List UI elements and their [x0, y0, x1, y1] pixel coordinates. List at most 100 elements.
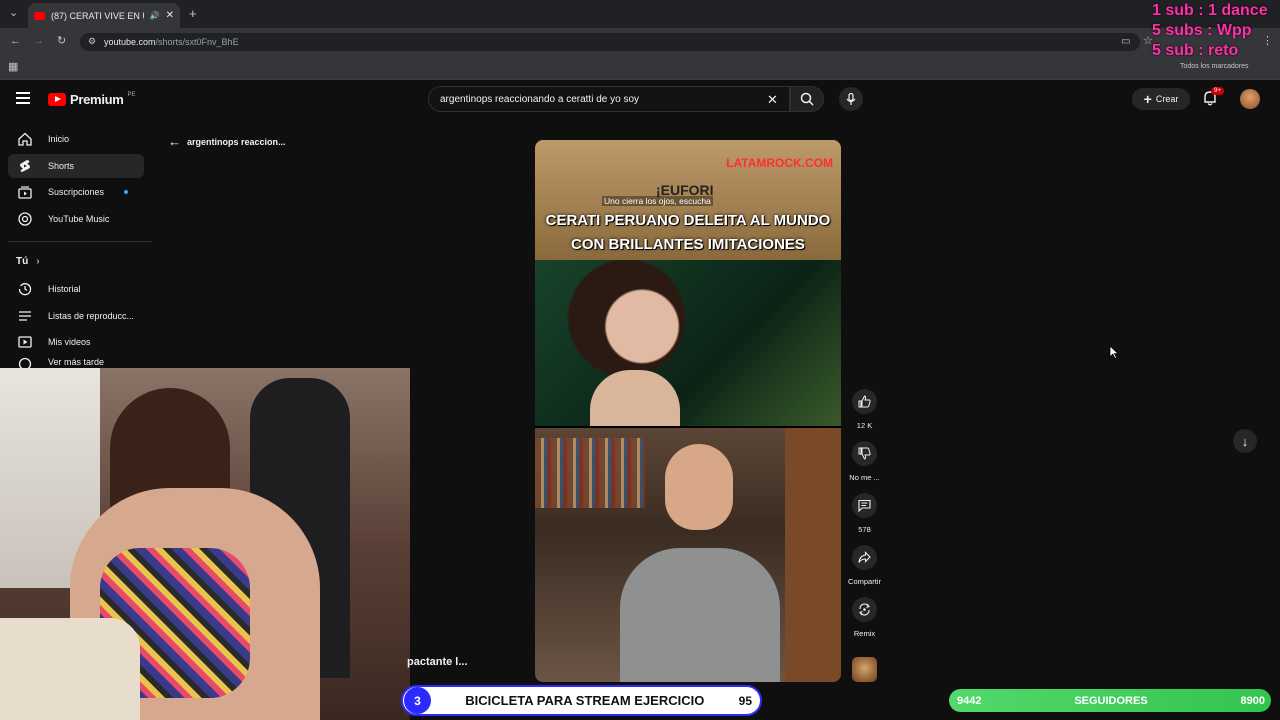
subs-line-1: 1 sub : 1 dance: [1152, 2, 1268, 19]
sidebar-item-label: Listas de reproducc...: [48, 311, 135, 321]
logo-country-badge: PE: [127, 91, 136, 98]
new-tab-icon[interactable]: +: [189, 7, 197, 20]
youtube-premium-logo[interactable]: Premium PE: [48, 92, 136, 107]
remix-icon: [859, 603, 870, 616]
sidebar-item-label: Inicio: [48, 134, 70, 144]
create-label: Crear: [1155, 94, 1179, 104]
home-icon: [18, 132, 32, 146]
followers-current: 9442: [957, 694, 982, 707]
thumbs-up-icon: [858, 395, 871, 408]
goal-label: BICICLETA PARA STREAM EJERCICIO: [465, 693, 705, 708]
subscriptions-icon: [18, 186, 32, 199]
sidebar-item-label: Shorts: [48, 161, 75, 171]
next-short-button[interactable]: ↓: [1233, 429, 1257, 453]
sidebar-item-label: YouTube Music: [48, 214, 110, 224]
sidebar-item-playlists[interactable]: Listas de reproducc...: [8, 304, 144, 328]
dislike-label: No me ...: [849, 473, 880, 482]
youtube-logo-icon: [48, 93, 66, 106]
history-icon: [18, 283, 32, 296]
tab-search-chevron-icon[interactable]: ⌄: [9, 8, 18, 19]
reload-icon[interactable]: ↻: [57, 36, 66, 47]
sidebar-item-youtube-music[interactable]: YouTube Music: [8, 207, 144, 231]
bookmarks-all-label[interactable]: Todos los marcadores: [1180, 63, 1248, 70]
search-icon: [800, 92, 814, 106]
arrow-left-icon: ←: [168, 134, 181, 149]
subs-overlay: 1 sub : 1 dance 5 subs : Wpp 5 sub : ret…: [1152, 2, 1268, 60]
browser-tab[interactable]: (87) CERATI VIVE EN UN PE 🔊 ✕: [28, 3, 180, 28]
sidebar-item-shorts[interactable]: Shorts: [8, 154, 144, 178]
avatar[interactable]: [1240, 89, 1260, 109]
forward-icon[interactable]: →: [33, 36, 44, 47]
followers-goal-bar: 9442 SEGUIDORES 8900: [949, 689, 1271, 712]
shorts-icon: [20, 160, 30, 172]
sidebar-you-header[interactable]: Tú ›: [16, 256, 40, 267]
comment-icon: [858, 499, 871, 512]
bookmarks-bar: ▦ Todos los marcadores: [0, 58, 1280, 80]
sidebar-divider: [8, 241, 152, 242]
thumbs-down-icon: [858, 447, 871, 460]
share-icon: [858, 551, 871, 563]
address-bar[interactable]: ⚙ youtube.com /shorts/sxt0Fnv_BhE: [80, 33, 1140, 51]
shorts-video-player[interactable]: LATAMROCK.COM ¡EUFORI Uno cierra los ojo…: [535, 140, 841, 682]
share-label: Compartir: [848, 577, 881, 586]
cast-icon[interactable]: ▭: [1121, 37, 1130, 47]
sidebar-item-label: Ver más tarde: [48, 357, 105, 367]
subs-line-3: 5 sub : reto: [1152, 42, 1239, 59]
share-button[interactable]: [852, 545, 877, 570]
tab-title: (87) CERATI VIVE EN UN PE: [51, 10, 144, 21]
partial-caption: pactante l...: [407, 656, 468, 668]
notification-count-badge: 9+: [1211, 87, 1224, 95]
hamburger-menu-icon[interactable]: [16, 92, 30, 104]
sidebar-item-historial[interactable]: Historial: [8, 277, 144, 301]
sidebar-item-label: Suscripciones: [48, 187, 105, 197]
goal-count: 95: [738, 693, 752, 708]
search-input[interactable]: argentinops reaccionando a ceratti de yo…: [428, 86, 790, 112]
back-label: argentinops reaccion...: [187, 136, 286, 147]
clear-search-icon[interactable]: ✕: [767, 92, 778, 108]
sidebar-item-mis-videos[interactable]: Mis videos: [8, 330, 144, 354]
goal-number-badge: 3: [404, 687, 431, 714]
youtube-favicon-icon: [34, 11, 45, 20]
sidebar-item-inicio[interactable]: Inicio: [8, 127, 144, 151]
dislike-button[interactable]: [852, 441, 877, 466]
playlist-icon: [19, 311, 31, 321]
sidebar-item-suscripciones[interactable]: Suscripciones: [8, 180, 144, 204]
music-icon: [18, 212, 32, 226]
video-frame-singer: [535, 260, 841, 426]
audio-thumbnail[interactable]: [852, 657, 877, 682]
url-domain: youtube.com: [104, 37, 156, 47]
remix-button[interactable]: [852, 597, 877, 622]
watermark: LATAMROCK.COM: [726, 156, 833, 170]
stream-goal-bar: 3 BICICLETA PARA STREAM EJERCICIO 95: [401, 685, 762, 716]
webcam-overlay: [0, 368, 410, 720]
voice-search-button[interactable]: [839, 87, 863, 111]
site-info-icon[interactable]: ⚙: [88, 37, 96, 46]
headline-line-1: CERATI PERUANO DELEITA AL MUNDO: [545, 212, 831, 229]
notifications-button[interactable]: 9+: [1203, 87, 1224, 108]
video-title-banner: LATAMROCK.COM ¡EUFORI Uno cierra los ojo…: [535, 140, 841, 260]
comments-button[interactable]: [852, 493, 877, 518]
url-path: /shorts/sxt0Fnv_BhE: [155, 37, 239, 47]
comment-count: 578: [858, 525, 871, 534]
create-button[interactable]: + Crear: [1132, 88, 1190, 110]
search-button[interactable]: [790, 86, 824, 112]
tab-close-icon[interactable]: ✕: [166, 10, 174, 21]
mouse-cursor-icon: [1109, 345, 1119, 359]
like-button[interactable]: [852, 389, 877, 414]
apps-grid-icon[interactable]: ▦: [8, 62, 18, 73]
followers-target: 8900: [1240, 694, 1265, 707]
headline-line-2: CON BRILLANTES IMITACIONES: [571, 236, 805, 253]
chevron-right-icon: ›: [36, 256, 40, 267]
plus-icon: +: [1143, 91, 1152, 107]
sidebar-item-label: Mis videos: [48, 337, 91, 347]
back-to-search-link[interactable]: ← argentinops reaccion...: [168, 134, 286, 149]
new-content-dot: [124, 190, 129, 194]
browser-tab-strip: ⌄ (87) CERATI VIVE EN UN PE 🔊 ✕ +: [0, 0, 1280, 28]
speaker-icon[interactable]: 🔊: [150, 11, 160, 20]
back-icon[interactable]: ←: [10, 36, 21, 47]
you-label: Tú: [16, 256, 29, 267]
videos-icon: [18, 336, 32, 348]
search-query: argentinops reaccionando a ceratti de yo…: [440, 93, 640, 105]
microphone-icon: [846, 92, 856, 105]
like-count: 12 K: [856, 421, 873, 430]
